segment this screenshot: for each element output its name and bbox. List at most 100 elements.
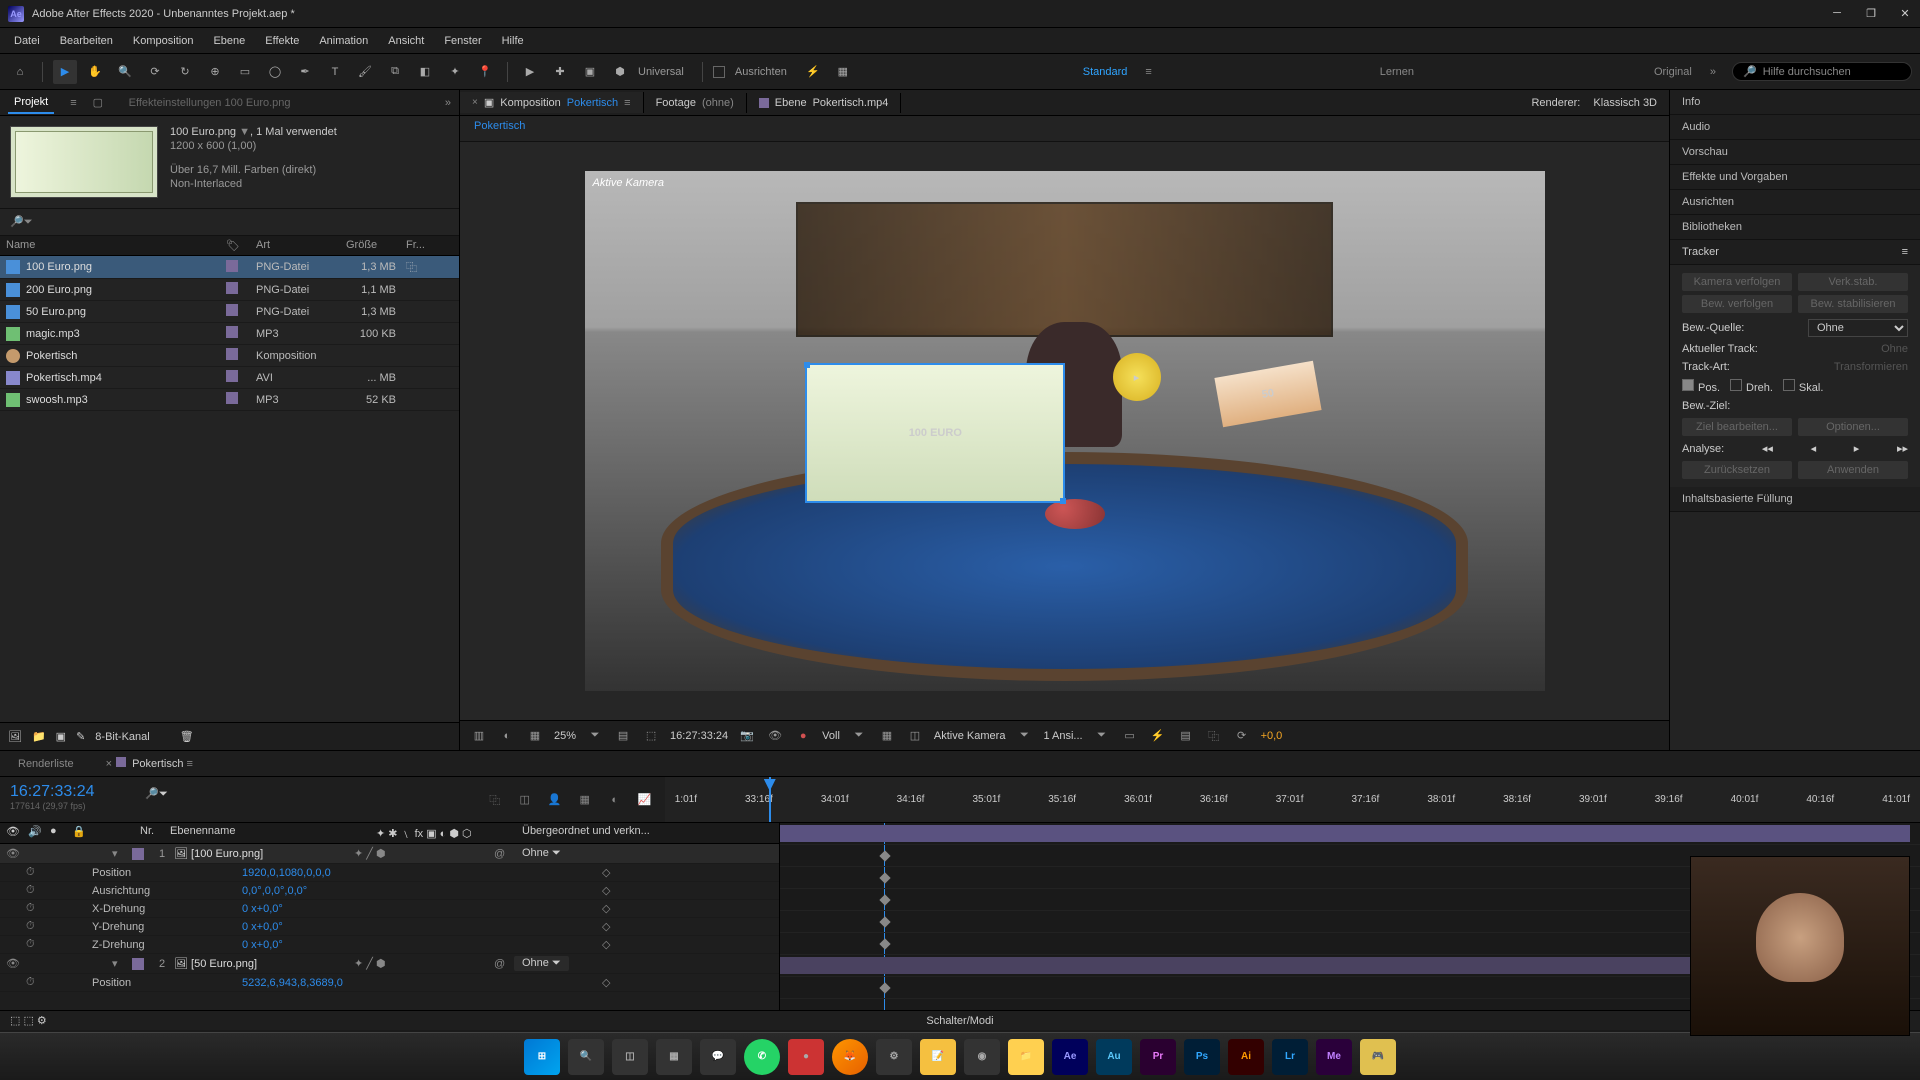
- add-keyframe-icon[interactable]: ◇: [602, 884, 610, 897]
- local-axis-icon[interactable]: ▶: [518, 60, 542, 84]
- tracker-menu-icon[interactable]: ≡: [1902, 246, 1908, 258]
- col-art[interactable]: Art: [256, 239, 346, 252]
- analyse-fwd-icon[interactable]: ▸▸: [1897, 442, 1908, 455]
- menu-datei[interactable]: Datei: [4, 31, 50, 51]
- switches-modes-toggle[interactable]: Schalter/Modi: [926, 1015, 993, 1027]
- stopwatch-icon[interactable]: ⏱: [26, 902, 42, 915]
- parent-pickwhip-icon[interactable]: @: [494, 958, 514, 970]
- zoom-dropdown-icon[interactable]: ⏷: [586, 729, 604, 742]
- tracker-kamera-button[interactable]: Kamera verfolgen: [1682, 273, 1792, 291]
- ellipse-tool-icon[interactable]: ◯: [263, 60, 287, 84]
- layer-twirl-icon[interactable]: ▾: [112, 847, 132, 860]
- delete-icon[interactable]: 🗑: [180, 730, 194, 743]
- analyse-step-fwd-icon[interactable]: ▸: [1854, 442, 1860, 455]
- layer-property[interactable]: ⏱ Position 5232,6,943,8,3689,0 ◇: [0, 974, 779, 992]
- view-dropdown[interactable]: Aktive Kamera: [934, 730, 1006, 742]
- snap-options-icon[interactable]: ⚡: [801, 60, 825, 84]
- panel-content-fill[interactable]: Inhaltsbasierte Füllung: [1670, 487, 1920, 512]
- roi-icon[interactable]: ⬚: [642, 729, 660, 742]
- taskbar-notes-icon[interactable]: 📝: [920, 1039, 956, 1075]
- 3d-view-icon[interactable]: ◫: [906, 729, 924, 742]
- panel-tracker[interactable]: Tracker: [1682, 246, 1719, 258]
- label-swatch[interactable]: [226, 392, 238, 404]
- tracker-source-dropdown[interactable]: Ohne: [1808, 319, 1908, 337]
- timeline-icon[interactable]: ▤: [1177, 729, 1195, 742]
- bit-depth-label[interactable]: 8-Bit-Kanal: [95, 731, 149, 743]
- menu-hilfe[interactable]: Hilfe: [492, 31, 534, 51]
- rotate-tool-icon[interactable]: ↻: [173, 60, 197, 84]
- snapshot-icon[interactable]: 📷: [738, 729, 756, 742]
- menu-effekte[interactable]: Effekte: [255, 31, 309, 51]
- project-search-icon[interactable]: 🔎⏷: [10, 216, 33, 228]
- flowchart-icon[interactable]: ⿻: [1205, 728, 1223, 744]
- timeline-search-icon[interactable]: 🔎⏷: [145, 788, 168, 800]
- property-value[interactable]: 0 x+0,0°: [242, 939, 422, 951]
- toggle-alpha-icon[interactable]: ◐: [498, 730, 516, 742]
- taskbar-teams-icon[interactable]: 💬: [700, 1039, 736, 1075]
- label-swatch[interactable]: [132, 958, 144, 970]
- taskbar-taskview-icon[interactable]: ◫: [612, 1039, 648, 1075]
- taskbar-app-icon[interactable]: ⚙: [876, 1039, 912, 1075]
- timeline-layer[interactable]: 👁 ▾ 1 🖼 [100 Euro.png] ✦ ╱ ⬢ @ Ohne ⏷: [0, 844, 779, 864]
- orbit-tool-icon[interactable]: ⟳: [143, 60, 167, 84]
- fast-preview-icon[interactable]: ⚡: [1149, 729, 1167, 742]
- zoom-tool-icon[interactable]: 🔍: [113, 60, 137, 84]
- channel-icon[interactable]: ●: [794, 730, 812, 742]
- exposure-value[interactable]: +0,0: [1261, 730, 1283, 742]
- mask-visibility-icon[interactable]: ▥: [470, 729, 488, 742]
- time-ruler[interactable]: 1:01f 33:16f 34:01f 34:16f 35:01f 35:16f…: [665, 777, 1920, 822]
- motion-blur-icon[interactable]: ◐: [605, 790, 625, 810]
- add-keyframe-icon[interactable]: ◇: [602, 866, 610, 879]
- graph-editor-icon[interactable]: 📈: [635, 790, 655, 810]
- stopwatch-icon[interactable]: ⏱: [26, 920, 42, 933]
- col-solo-icon[interactable]: ●: [50, 825, 66, 841]
- label-swatch[interactable]: [226, 370, 238, 382]
- timeline-layer[interactable]: 👁 ▾ 2 🖼 [50 Euro.png] ✦ ╱ ⬢ @ Ohne ⏷: [0, 954, 779, 974]
- hand-tool-icon[interactable]: ✋: [83, 60, 107, 84]
- col-size[interactable]: Größe: [346, 239, 406, 252]
- comp-mini-flowchart-icon[interactable]: ⿻: [485, 790, 505, 810]
- composition-tab[interactable]: × ▣ Komposition Pokertisch ≡: [460, 92, 644, 113]
- label-swatch[interactable]: [132, 848, 144, 860]
- property-value[interactable]: 5232,6,943,8,3689,0: [242, 977, 422, 989]
- toggle-switches-icon[interactable]: ⬚ ⬚ ⚙: [10, 1014, 47, 1027]
- label-swatch[interactable]: [226, 326, 238, 338]
- clone-tool-icon[interactable]: ⧉: [383, 60, 407, 84]
- project-item[interactable]: Pokertisch.mp4 AVI ... MB: [0, 367, 459, 389]
- layer-100-euro[interactable]: 100 EURO: [805, 363, 1065, 503]
- menu-ansicht[interactable]: Ansicht: [378, 31, 434, 51]
- puppet-tool-icon[interactable]: 📍: [473, 60, 497, 84]
- workspace-lernen[interactable]: Lernen: [1368, 66, 1426, 78]
- footage-tab[interactable]: Footage (ohne): [644, 93, 747, 113]
- layer-name[interactable]: 🖼 [50 Euro.png]: [174, 957, 354, 970]
- keyframe-icon[interactable]: [879, 850, 890, 861]
- stopwatch-icon[interactable]: ⏱: [26, 976, 42, 989]
- tracker-bew-stab-button[interactable]: Bew. stabilisieren: [1798, 295, 1908, 313]
- world-axis-icon[interactable]: ✚: [548, 60, 572, 84]
- taskbar-explorer-icon[interactable]: 📁: [1008, 1039, 1044, 1075]
- show-snapshot-icon[interactable]: 👁: [766, 729, 784, 742]
- stopwatch-icon[interactable]: ⏱: [26, 884, 42, 897]
- menu-komposition[interactable]: Komposition: [123, 31, 204, 51]
- 3d-mode-icon[interactable]: ⬢: [608, 60, 632, 84]
- tracker-dreh-checkbox[interactable]: [1730, 379, 1742, 391]
- zoom-level[interactable]: 25%: [554, 730, 576, 742]
- maximize-button[interactable]: ❐: [1864, 7, 1878, 20]
- project-tab[interactable]: Projekt: [8, 92, 54, 114]
- parent-dropdown[interactable]: Ohne ⏷: [514, 956, 569, 971]
- taskbar-audition-icon[interactable]: Au: [1096, 1039, 1132, 1075]
- rect-tool-icon[interactable]: ▭: [233, 60, 257, 84]
- analyse-step-back-icon[interactable]: ◂: [1811, 442, 1817, 455]
- selection-tool-icon[interactable]: ▶: [53, 60, 77, 84]
- taskbar-mediaencoder-icon[interactable]: Me: [1316, 1039, 1352, 1075]
- label-swatch[interactable]: [226, 260, 238, 272]
- effect-controls-tab[interactable]: Effekteinstellungen 100 Euro.png: [123, 93, 297, 113]
- tracker-reset-button[interactable]: Zurücksetzen: [1682, 461, 1792, 479]
- visibility-toggle-icon[interactable]: 👁: [6, 847, 22, 860]
- views-dropdown[interactable]: 1 Ansi...: [1043, 730, 1082, 742]
- resolution-dropdown[interactable]: Voll: [822, 730, 840, 742]
- pen-tool-icon[interactable]: ✒: [293, 60, 317, 84]
- project-item[interactable]: Pokertisch Komposition: [0, 345, 459, 367]
- panel-overflow-icon[interactable]: »: [445, 97, 451, 109]
- viewer-timecode[interactable]: 16:27:33:24: [670, 730, 728, 742]
